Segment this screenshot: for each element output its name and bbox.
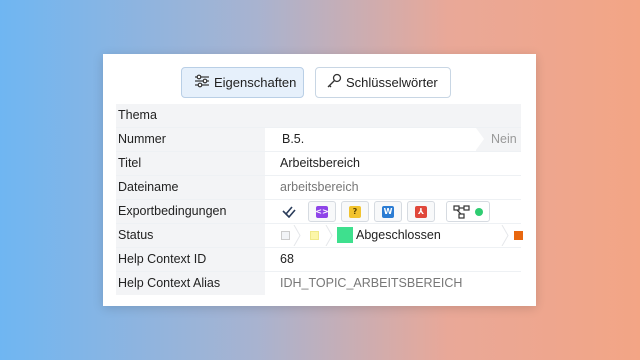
html-code-icon[interactable]: <> xyxy=(308,201,336,222)
workflow-glyph xyxy=(453,204,470,219)
row-help-context-alias: Help Context Alias IDH_TOPIC_ARBEITSBERE… xyxy=(116,272,521,296)
tab-schluesselwoerter[interactable]: Schlüsselwörter xyxy=(315,67,451,98)
nummer-value[interactable]: B.5. xyxy=(282,128,304,151)
properties-table: Thema Nummer B.5. Nein Titel Arbeitsbere… xyxy=(116,104,523,296)
tab-eigenschaften[interactable]: Eigenschaften xyxy=(181,67,304,98)
row-status: Status Abgeschlossen xyxy=(116,224,523,248)
help-file-glyph: ? xyxy=(349,205,361,218)
dateiname-label: Dateiname xyxy=(116,176,265,199)
thema-label: Thema xyxy=(116,104,521,127)
workflow-icon[interactable] xyxy=(446,201,490,222)
help-file-icon[interactable]: ? xyxy=(341,201,369,222)
workflow-status-dot xyxy=(475,207,483,216)
word-glyph: W xyxy=(382,205,394,218)
row-exportbedingungen: Exportbedingungen <> ? W ⅄ xyxy=(116,200,521,224)
html-code-glyph: <> xyxy=(315,205,329,218)
help-context-alias-label: Help Context Alias xyxy=(116,272,265,295)
titel-value[interactable]: Arbeitsbereich xyxy=(280,152,360,175)
nummer-flag[interactable]: Nein xyxy=(476,128,521,151)
nummer-label: Nummer xyxy=(116,128,265,151)
row-dateiname: Dateiname arbeitsbereich xyxy=(116,176,521,200)
exportbedingungen-label: Exportbedingungen xyxy=(116,200,265,223)
checklist-icon[interactable] xyxy=(278,201,299,222)
tab-bar: Eigenschaften Schlüsselwörter xyxy=(103,67,536,99)
status-value: Abgeschlossen xyxy=(356,228,441,242)
row-titel: Titel Arbeitsbereich xyxy=(116,152,521,176)
word-icon[interactable]: W xyxy=(374,201,402,222)
status-label: Status xyxy=(116,224,265,247)
row-help-context-id: Help Context ID 68 xyxy=(116,248,521,272)
chevron-right-icon xyxy=(501,225,509,246)
status-current-marker[interactable] xyxy=(337,227,353,243)
chevron-right-icon xyxy=(325,225,333,246)
help-context-alias-value[interactable]: IDH_TOPIC_ARBEITSBEREICH xyxy=(280,272,462,295)
dateiname-value[interactable]: arbeitsbereich xyxy=(280,176,359,199)
row-thema: Thema xyxy=(116,104,521,128)
help-context-id-label: Help Context ID xyxy=(116,248,265,271)
titel-label: Titel xyxy=(116,152,265,175)
pdf-icon[interactable]: ⅄ xyxy=(407,201,435,222)
chevron-right-icon xyxy=(293,225,301,246)
status-workflow[interactable]: Abgeschlossen xyxy=(278,224,523,247)
sliders-icon xyxy=(194,74,214,91)
key-icon xyxy=(326,73,346,92)
row-nummer: Nummer B.5. Nein xyxy=(116,128,521,152)
help-context-id-value[interactable]: 68 xyxy=(280,248,294,271)
properties-panel: Eigenschaften Schlüsselwörter Thema Numm… xyxy=(103,54,536,306)
tab-eigenschaften-label: Eigenschaften xyxy=(214,75,297,90)
pdf-glyph: ⅄ xyxy=(415,205,427,218)
status-step-2[interactable] xyxy=(310,231,319,240)
tab-schluesselwoerter-label: Schlüsselwörter xyxy=(346,75,438,90)
status-step-1[interactable] xyxy=(281,231,290,240)
status-step-end[interactable] xyxy=(514,231,523,240)
